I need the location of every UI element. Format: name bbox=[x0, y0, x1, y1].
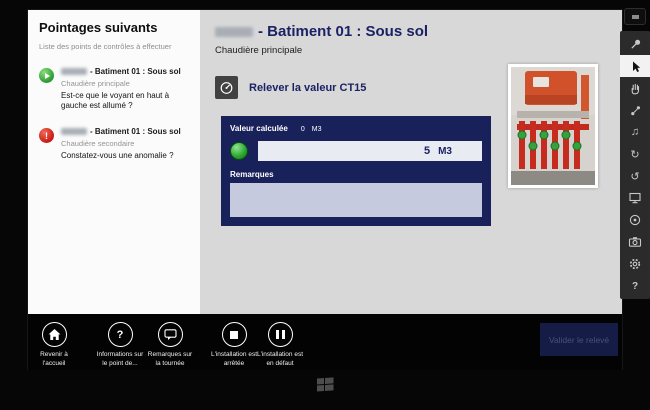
control-point-item[interactable]: - Batiment 01 : Sous sol Chaudière princ… bbox=[39, 67, 192, 111]
page-subtitle: Chaudière principale bbox=[215, 45, 622, 56]
app-bar: Revenir à l'accueil ? Informations sur l… bbox=[28, 314, 622, 370]
value-label: Valeur calculée bbox=[230, 124, 288, 133]
point-title: - Batiment 01 : Sous sol bbox=[61, 67, 183, 76]
camera-icon bbox=[628, 235, 642, 249]
hand-icon bbox=[629, 82, 642, 95]
value-unit: M3 bbox=[438, 146, 452, 157]
app-screen: Pointages suivants Liste des points de c… bbox=[28, 10, 622, 370]
value-unit-header: M3 bbox=[312, 126, 322, 133]
status-alert-icon bbox=[39, 128, 54, 143]
remarks-input[interactable] bbox=[230, 183, 482, 217]
point-question: Est-ce que le voyant en haut à gauche es… bbox=[61, 91, 183, 112]
status-done-icon bbox=[39, 68, 54, 83]
windows-home-button[interactable] bbox=[317, 377, 334, 392]
home-button[interactable]: Revenir à l'accueil bbox=[28, 322, 80, 369]
comment-icon bbox=[164, 328, 177, 341]
point-title: - Batiment 01 : Sous sol bbox=[61, 127, 183, 136]
redacted-text bbox=[61, 128, 87, 135]
rotate-clockwise-button[interactable]: ↻ bbox=[620, 143, 650, 165]
equipment-photo-image bbox=[511, 67, 595, 185]
pinch-zoom-mode-button[interactable] bbox=[620, 99, 650, 121]
monitor-icon bbox=[628, 191, 642, 205]
rotation-icon: ♫ bbox=[631, 126, 639, 138]
always-on-top-pin-button[interactable] bbox=[620, 33, 650, 55]
simulator-frame: Pointages suivants Liste des points de c… bbox=[0, 0, 650, 410]
current-point-panel: - Batiment 01 : Sous sol Chaudière princ… bbox=[200, 10, 622, 314]
next-points-panel: Pointages suivants Liste des points de c… bbox=[28, 10, 200, 314]
home-icon bbox=[48, 328, 61, 341]
copy-screenshot-button[interactable] bbox=[620, 231, 650, 253]
cursor-icon bbox=[629, 60, 642, 73]
tour-remarks-button[interactable]: Remarques sur la tournée bbox=[140, 322, 200, 369]
point-subtitle: Chaudière secondaire bbox=[61, 139, 183, 148]
stop-icon bbox=[230, 331, 238, 339]
help-button[interactable]: ? bbox=[620, 275, 650, 297]
value-min: 0 bbox=[301, 126, 305, 133]
value-header: Valeur calculée 0 M3 bbox=[230, 124, 482, 133]
help-icon: ? bbox=[632, 281, 638, 292]
validate-reading-button[interactable]: Valider le relevé bbox=[540, 323, 618, 356]
touch-mode-button[interactable] bbox=[620, 77, 650, 99]
location-icon bbox=[628, 213, 642, 227]
point-question: Constatez-vous une anomalie ? bbox=[61, 151, 183, 161]
value-text: 5 bbox=[424, 145, 430, 157]
page-title-row: - Batiment 01 : Sous sol bbox=[215, 23, 622, 40]
page-title: - Batiment 01 : Sous sol bbox=[258, 23, 428, 40]
status-green-icon bbox=[230, 142, 248, 160]
set-location-button[interactable] bbox=[620, 209, 650, 231]
rotation-mode-button[interactable]: ♫ bbox=[620, 121, 650, 143]
equipment-photo[interactable] bbox=[508, 64, 598, 188]
rotate-ccw-icon: ↺ bbox=[630, 170, 639, 183]
value-entry-panel: Valeur calculée 0 M3 5 M3 Remarques bbox=[221, 116, 491, 226]
windows-logo-icon bbox=[317, 377, 334, 392]
task-label: Relever la valeur CT15 bbox=[249, 82, 366, 94]
redacted-text bbox=[61, 68, 87, 75]
value-input[interactable]: 5 M3 bbox=[258, 141, 482, 161]
rotate-cw-icon: ↻ bbox=[630, 148, 639, 161]
change-resolution-button[interactable] bbox=[620, 187, 650, 209]
mouse-mode-button[interactable] bbox=[620, 55, 650, 77]
installation-fault-button[interactable]: L'installation est en défaut bbox=[250, 322, 310, 369]
redacted-text bbox=[215, 27, 253, 37]
remarks-label: Remarques bbox=[230, 170, 482, 179]
simulator-menu-button[interactable] bbox=[624, 8, 646, 25]
tablet-bezel bbox=[0, 370, 650, 410]
panel-title: Pointages suivants bbox=[39, 20, 192, 35]
simulator-toolbar: ♫ ↻ ↺ bbox=[620, 8, 650, 299]
pause-icon bbox=[276, 330, 285, 339]
point-subtitle: Chaudière principale bbox=[61, 79, 183, 88]
gauge-icon bbox=[215, 76, 238, 99]
gear-icon bbox=[628, 257, 642, 271]
rotate-counterclockwise-button[interactable]: ↺ bbox=[620, 165, 650, 187]
pin-icon bbox=[629, 38, 642, 51]
control-point-item[interactable]: - Batiment 01 : Sous sol Chaudière secon… bbox=[39, 127, 192, 161]
pinch-zoom-icon bbox=[629, 104, 642, 117]
info-icon: ? bbox=[117, 329, 124, 341]
panel-subtitle: Liste des points de contrôles à effectue… bbox=[39, 42, 192, 51]
screenshot-settings-button[interactable] bbox=[620, 253, 650, 275]
